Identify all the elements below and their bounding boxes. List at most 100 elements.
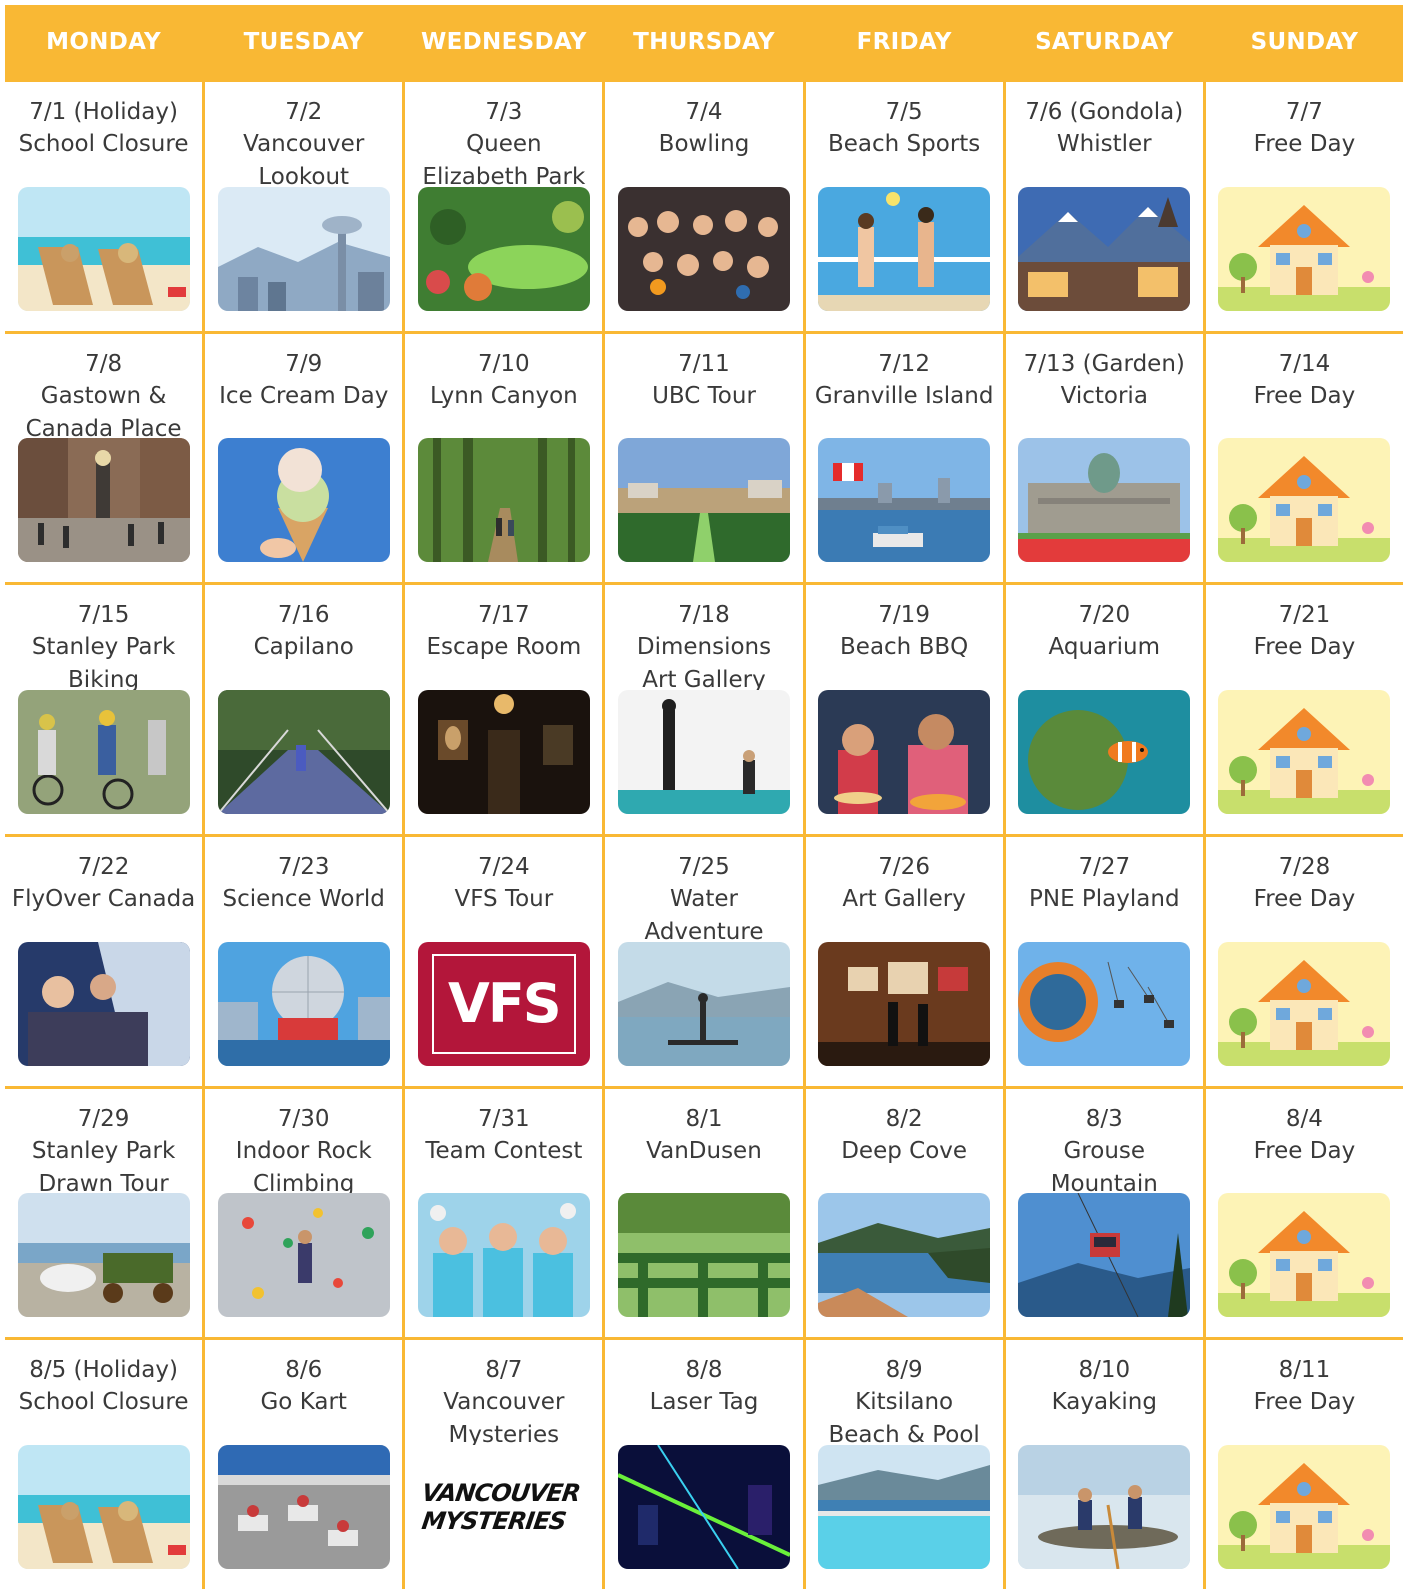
activity-title: Beach Sports [827, 131, 981, 157]
calendar-day: 8/7 Vancouver Mysteries VANCOUVER MYSTERI… [405, 1340, 603, 1589]
day-date: 7/16 [277, 602, 330, 629]
kayak-photo [1018, 1445, 1191, 1569]
activity-photo [1218, 941, 1391, 1066]
activity-photo [1018, 1193, 1191, 1318]
day-date: 7/14 [1278, 350, 1331, 377]
calendar-day: 7/29 Stanley Park Drawn Tour [5, 1088, 203, 1338]
activity-photo [17, 690, 190, 814]
calendar-day: 7/31 Team Contest [405, 1088, 603, 1338]
activity-title: Free Day [1253, 131, 1356, 157]
city-tower-photo [217, 186, 390, 311]
activity-photo [1018, 1445, 1191, 1569]
calendar-day: 7/24 VFS Tour VFS [405, 837, 603, 1086]
activity-photo [217, 186, 390, 311]
activity-title: Granville Island [814, 382, 994, 409]
activity-title: Science World [222, 886, 385, 912]
activity-photo [1018, 690, 1191, 814]
bridge-photo [217, 690, 390, 814]
calendar-day: 8/5 (Holiday) School Closure [5, 1340, 203, 1589]
activity-photo [417, 1193, 590, 1318]
activity-photo [617, 438, 790, 563]
activity-title: Victoria [1060, 382, 1148, 409]
swing-ride-photo [1018, 941, 1191, 1066]
calendar-day: 7/10 Lynn Canyon [405, 333, 603, 583]
activity-title: Free Day [1253, 382, 1356, 409]
activity-title: Stanley Park Drawn Tour [31, 1137, 176, 1197]
day-date: 7/23 [277, 854, 330, 880]
parliament-photo [1018, 438, 1191, 563]
activity-photo [417, 186, 590, 311]
activity-title: School Closure [18, 1389, 189, 1416]
activity-title: VanDusen [646, 1137, 762, 1164]
white-gallery-photo [617, 690, 790, 814]
day-date: 7/4 [685, 99, 723, 125]
activity-title: PNE Playland [1029, 886, 1180, 912]
activity-photo [818, 941, 991, 1066]
activity-title: Free Day [1253, 634, 1356, 661]
activity-photo [818, 438, 991, 563]
hedge-maze-photo [617, 1193, 790, 1318]
day-date: 8/2 [885, 1105, 923, 1132]
day-date: 7/6 (Gondola) [1025, 99, 1184, 125]
weekday-header-saturday: SATURDAY [1005, 5, 1203, 79]
activity-title: UBC Tour [652, 382, 756, 409]
day-date: 7/8 [85, 350, 123, 377]
day-date: 7/28 [1278, 854, 1331, 880]
activity-photo [818, 1445, 991, 1569]
day-date: 7/18 [678, 602, 730, 629]
activity-title: Vancouver Mysteries [443, 1389, 565, 1449]
calendar-day: 7/5 Beach Sports [805, 82, 1003, 331]
activity-photo [1218, 1445, 1391, 1569]
calendar-day: 7/16 Capilano [205, 585, 403, 834]
calendar-day: 8/3 Grouse Mountain [1005, 1088, 1203, 1338]
calendar-day: 7/2 Vancouver Lookout [205, 82, 403, 331]
cove-photo [818, 1193, 991, 1318]
activity-photo [818, 690, 991, 814]
activity-photo [217, 690, 390, 814]
calendar-day: 7/22 FlyOver Canada [5, 837, 203, 1086]
activity-photo [1018, 186, 1191, 311]
clownfish-photo [1018, 690, 1191, 814]
calendar-day: 7/6 (Gondola) Whistler [1005, 82, 1203, 331]
street-photo [17, 438, 190, 563]
weekday-header-tuesday: TUESDAY [205, 5, 403, 79]
activity-title: Water Adventure [644, 886, 764, 945]
mountain-village-photo [1018, 186, 1191, 311]
activity-photo [1218, 690, 1391, 814]
group-photo-photo [617, 186, 790, 311]
calendar-day: 8/1 VanDusen [605, 1088, 803, 1338]
calendar-day: 7/21 Free Day [1205, 585, 1403, 834]
calendar-day: 7/19 Beach BBQ [805, 585, 1003, 834]
beach-loungers-photo [17, 1445, 190, 1569]
day-date: 8/10 [1078, 1357, 1131, 1384]
day-date: 7/21 [1278, 602, 1331, 629]
day-date: 7/15 [77, 602, 130, 629]
activity-title: Lynn Canyon [429, 382, 578, 409]
activity-title: Escape Room [426, 634, 582, 661]
weekday-header-sunday: SUNDAY [1205, 5, 1403, 79]
calendar-day: 7/13 (Garden) Victoria [1005, 333, 1203, 583]
day-date: 7/7 [1285, 99, 1323, 125]
activity-photo [1218, 1193, 1391, 1318]
gallery-photo [818, 941, 991, 1066]
carriage-photo [17, 1193, 190, 1318]
calendar-day: 7/25 Water Adventure [605, 837, 803, 1086]
day-date: 7/25 [678, 854, 730, 880]
calendar-day: 7/8 Gastown & Canada Place [5, 333, 203, 583]
day-date: 8/1 [685, 1105, 723, 1132]
activity-photo [17, 1193, 190, 1318]
calendar-day: 7/26 Art Gallery [805, 837, 1003, 1086]
calendar-day: 8/9 Kitsilano Beach & Pool [805, 1340, 1003, 1589]
day-date: 7/2 [285, 99, 323, 125]
activity-title: Kitsilano Beach & Pool [828, 1389, 980, 1449]
calendar-day: 7/18 Dimensions Art Gallery [605, 585, 803, 834]
activity-title: Indoor Rock Climbing [235, 1137, 372, 1197]
calendar-day: 7/23 Science World [205, 837, 403, 1086]
calendar-day: 7/9 Ice Cream Day [205, 333, 403, 583]
day-date: 8/11 [1278, 1357, 1331, 1384]
day-date: 8/4 [1285, 1105, 1323, 1132]
ice-cream-photo [217, 438, 390, 563]
day-date: 7/22 [77, 854, 130, 880]
activity-photo [217, 941, 390, 1066]
activity-photo [617, 1193, 790, 1318]
